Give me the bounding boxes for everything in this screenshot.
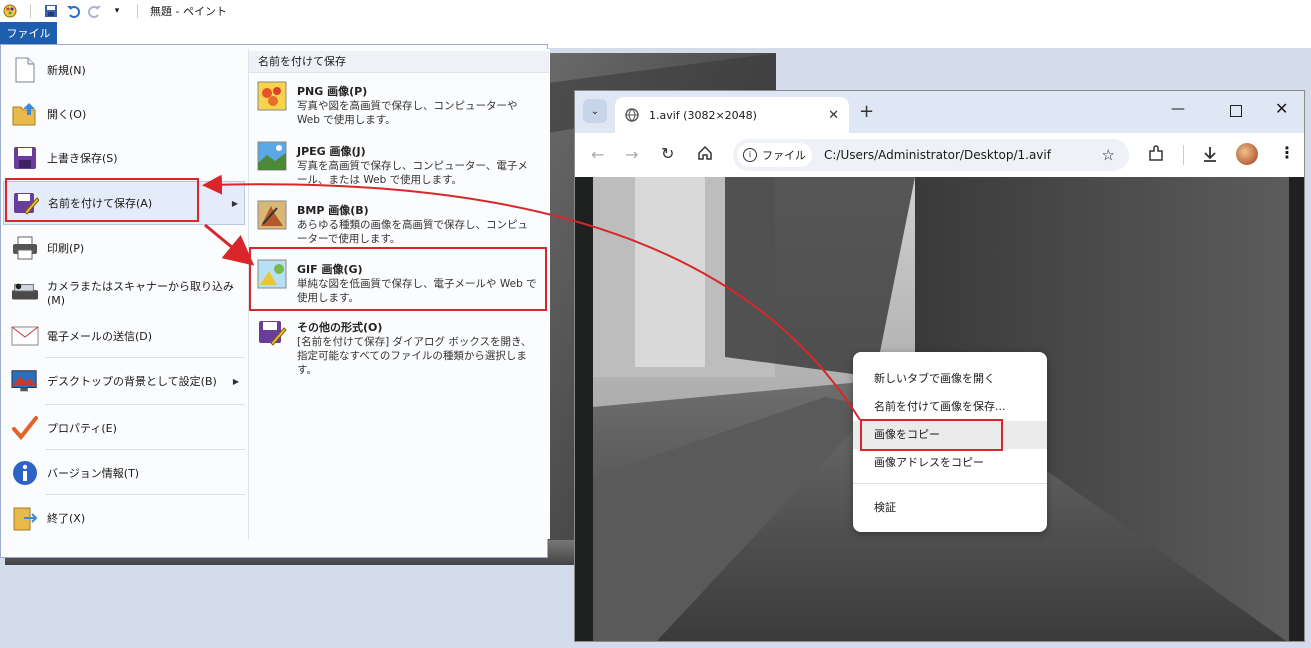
menu-item-properties[interactable]: プロパティ(E) — [3, 406, 245, 450]
menu-item-send-email[interactable]: 電子メールの送信(D) — [3, 314, 245, 358]
highlight-gif — [249, 247, 547, 311]
exit-folder-icon — [11, 504, 39, 532]
redo-icon[interactable] — [87, 3, 103, 19]
ctx-divider — [853, 483, 1047, 484]
submenu-arrow-icon: ▶ — [231, 198, 238, 208]
ribbon-strip — [0, 22, 548, 45]
open-folder-icon — [11, 100, 39, 128]
separator — [30, 4, 31, 18]
menu-item-exit[interactable]: 終了(X) — [3, 496, 245, 540]
tab-image[interactable]: 1.avif (3082×2048) ✕ — [615, 97, 849, 133]
submenu-arrow-icon: ▶ — [232, 376, 239, 386]
highlight-copy-image — [860, 419, 1003, 451]
ctx-save-image-as[interactable]: 名前を付けて画像を保存... — [853, 393, 1047, 421]
menu-divider — [45, 357, 245, 358]
maximize-icon[interactable] — [1230, 105, 1242, 117]
new-tab-icon[interactable]: + — [859, 101, 874, 122]
desktop-background-icon — [11, 367, 39, 395]
background-area — [548, 22, 1311, 48]
browser-toolbar: ← → ↻ i ファイル C:/Users/Administrator/Desk… — [575, 133, 1304, 177]
ctx-open-image-new-tab[interactable]: 新しいタブで画像を開く — [853, 365, 1047, 393]
email-icon — [11, 322, 39, 350]
save-as-other-formats[interactable]: その他の形式(O) [名前を付けて保存] ダイアログ ボックスを開き、指定可能な… — [257, 317, 547, 377]
scanner-icon — [11, 278, 39, 306]
undo-icon[interactable] — [65, 3, 81, 19]
more-menu-icon[interactable]: ⋮ — [1279, 143, 1295, 162]
info-circle-icon: i — [743, 148, 757, 162]
info-icon — [11, 459, 39, 487]
checkmark-icon — [11, 414, 39, 442]
profile-avatar[interactable] — [1236, 143, 1258, 165]
file-menu-commands: 新規(N) 開く(O) 上書き保存(S) 名前を付けて保存(A) ▶ 印刷(P)… — [1, 45, 247, 557]
submenu-header: 名前を付けて保存 — [249, 51, 549, 73]
toolbar-divider — [1183, 145, 1184, 165]
highlight-save-as — [5, 178, 199, 222]
menu-item-about[interactable]: バージョン情報(T) — [3, 451, 245, 495]
menu-item-new[interactable]: 新規(N) — [3, 48, 245, 92]
save-as-png[interactable]: PNG 画像(P) 写真や図を高画質で保存し、コンピューターや Web で使用し… — [257, 81, 547, 127]
url-text: C:/Users/Administrator/Desktop/1.avif — [824, 148, 1051, 162]
save-disk-icon — [11, 144, 39, 172]
menu-divider — [45, 494, 245, 495]
other-formats-icon — [257, 317, 289, 349]
save-as-bmp[interactable]: BMP 画像(B) あらゆる種類の画像を高画質で保存し、コンピューターで使用しま… — [257, 200, 547, 246]
tab-search-icon[interactable]: ⌄ — [583, 99, 607, 123]
forward-icon[interactable]: → — [625, 145, 638, 164]
png-image-icon — [257, 81, 289, 113]
customize-toolbar-icon[interactable]: ▾ — [109, 3, 125, 19]
home-icon[interactable] — [697, 145, 713, 161]
bookmark-star-icon[interactable]: ☆ — [1102, 146, 1115, 164]
menu-item-scanner[interactable]: カメラまたはスキャナーから取り込み(M) — [3, 270, 245, 314]
menu-item-set-desktop-background[interactable]: デスクトップの背景として設定(B) ▶ — [3, 359, 245, 403]
printer-icon — [11, 234, 39, 262]
file-chip[interactable]: i ファイル — [737, 143, 812, 167]
reload-icon[interactable]: ↻ — [661, 144, 674, 163]
new-document-icon — [11, 56, 39, 84]
tab-bar: ⌄ 1.avif (3082×2048) ✕ + — ✕ — [575, 91, 1304, 133]
jpeg-image-icon — [257, 141, 289, 173]
close-tab-icon[interactable]: ✕ — [828, 108, 839, 123]
menu-item-print[interactable]: 印刷(P) — [3, 226, 245, 270]
ctx-copy-image-address[interactable]: 画像アドレスをコピー — [853, 449, 1047, 477]
window-title: 無題 - ペイント — [150, 5, 227, 18]
download-icon[interactable] — [1201, 145, 1219, 163]
paint-title-bar: ▾ 無題 - ペイント — [0, 0, 1311, 22]
bmp-image-icon — [257, 200, 289, 232]
file-tab[interactable]: ファイル — [0, 22, 57, 44]
menu-divider — [45, 404, 245, 405]
back-icon[interactable]: ← — [591, 145, 604, 164]
paint-app-icon[interactable] — [2, 3, 18, 19]
minimize-icon[interactable]: — — [1171, 101, 1185, 117]
menu-item-open[interactable]: 開く(O) — [3, 92, 245, 136]
address-bar[interactable]: i ファイル C:/Users/Administrator/Desktop/1.… — [733, 139, 1129, 171]
menu-divider — [45, 449, 245, 450]
ctx-inspect[interactable]: 検証 — [853, 494, 1047, 522]
menu-item-save[interactable]: 上書き保存(S) — [3, 136, 245, 180]
tab-title: 1.avif (3082×2048) — [649, 108, 757, 122]
close-window-icon[interactable]: ✕ — [1275, 99, 1288, 118]
separator — [137, 4, 138, 18]
save-as-jpeg[interactable]: JPEG 画像(J) 写真を高画質で保存し、コンピューター、電子メール、または … — [257, 141, 547, 187]
globe-icon — [625, 108, 639, 122]
save-icon[interactable] — [43, 3, 59, 19]
extensions-icon[interactable] — [1147, 145, 1165, 163]
